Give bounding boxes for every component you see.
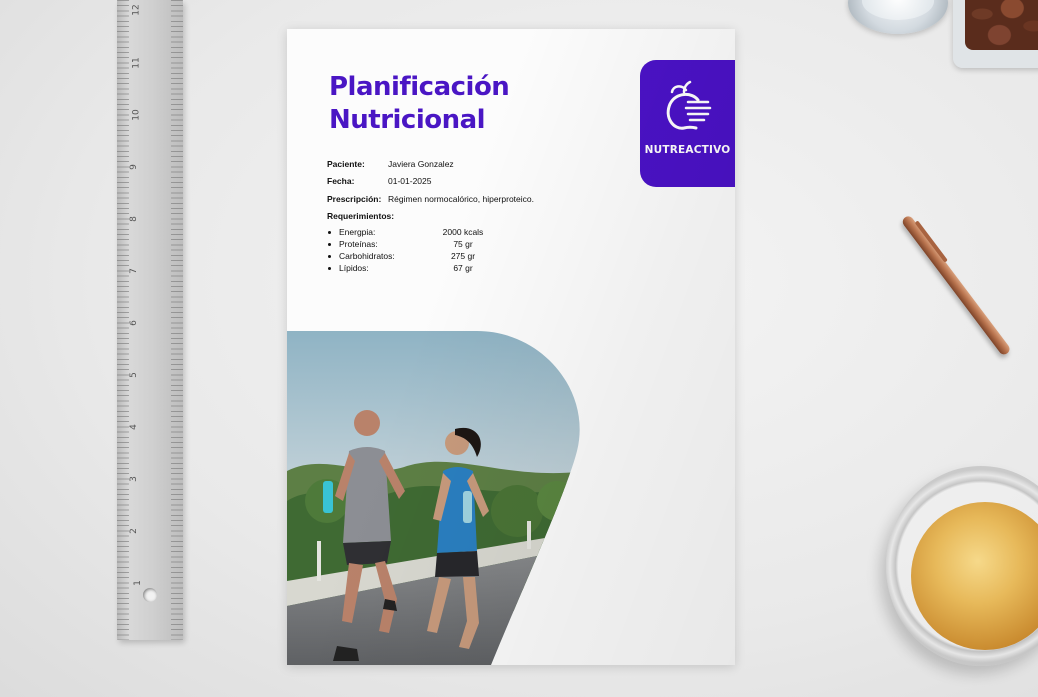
bullet-icon bbox=[328, 267, 331, 270]
jar-lid-inner bbox=[862, 0, 934, 20]
field-value: Javiera Gonzalez bbox=[388, 159, 454, 169]
ruler-ticks-left bbox=[117, 0, 129, 640]
nuts bbox=[965, 0, 1038, 50]
apple-logo-icon bbox=[666, 80, 712, 130]
requirement-amount: 75 gr bbox=[453, 239, 473, 249]
ruler-number: 9 bbox=[128, 164, 139, 170]
ruler-number: 6 bbox=[128, 320, 139, 326]
ruler-number: 8 bbox=[128, 216, 139, 222]
ruler-ticks-right bbox=[171, 0, 183, 640]
pen-clip bbox=[914, 220, 948, 263]
ruler-number: 7 bbox=[128, 268, 139, 274]
ruler-hole bbox=[143, 588, 157, 602]
bullet-icon bbox=[328, 255, 331, 258]
ruler-number: 3 bbox=[128, 476, 139, 482]
coffee-cup bbox=[886, 466, 1038, 666]
ruler-number: 1 bbox=[132, 580, 143, 586]
brand-name: NUTREACTIVO bbox=[644, 144, 731, 156]
requirement-name: Proteínas: bbox=[339, 239, 378, 249]
bullet-icon bbox=[328, 243, 331, 246]
requirement-name: Lípidos: bbox=[339, 263, 369, 273]
ruler-number: 4 bbox=[128, 424, 139, 430]
field-label: Prescripción: bbox=[327, 194, 382, 204]
jar-lid bbox=[848, 0, 948, 34]
field-value: Régimen normocalórico, hiperproteico. bbox=[388, 194, 534, 204]
nut-jar bbox=[953, 0, 1038, 68]
field-label: Paciente: bbox=[327, 159, 365, 169]
field-label: Fecha: bbox=[327, 176, 355, 186]
ruler-number: 11 bbox=[131, 57, 142, 69]
runners-photo bbox=[287, 331, 580, 665]
ruler-number: 2 bbox=[128, 528, 139, 534]
page-title: Planificación Nutricional bbox=[329, 72, 510, 135]
requirements-label: Requerimientos: bbox=[327, 211, 395, 221]
requirement-amount: 67 gr bbox=[453, 263, 473, 273]
ruler-number: 10 bbox=[131, 109, 142, 121]
ruler-number: 5 bbox=[128, 372, 139, 378]
ruler-number: 12 bbox=[131, 4, 142, 16]
coffee-liquid bbox=[911, 502, 1038, 650]
requirement-name: Carbohidratos: bbox=[339, 251, 395, 261]
bullet-icon bbox=[328, 231, 331, 234]
requirement-name: Energpia: bbox=[339, 227, 376, 237]
document-page: Planificación Nutricional NUTREACTIVO Pa… bbox=[287, 29, 735, 665]
ruler: 12 11 10 9 8 7 6 5 4 3 2 1 bbox=[117, 0, 183, 640]
brand-logo-tab: NUTREACTIVO bbox=[640, 60, 735, 187]
requirement-amount: 2000 kcals bbox=[442, 227, 484, 237]
requirement-amount: 275 gr bbox=[450, 251, 476, 261]
pen bbox=[900, 214, 1012, 357]
field-value: 01-01-2025 bbox=[388, 176, 432, 186]
